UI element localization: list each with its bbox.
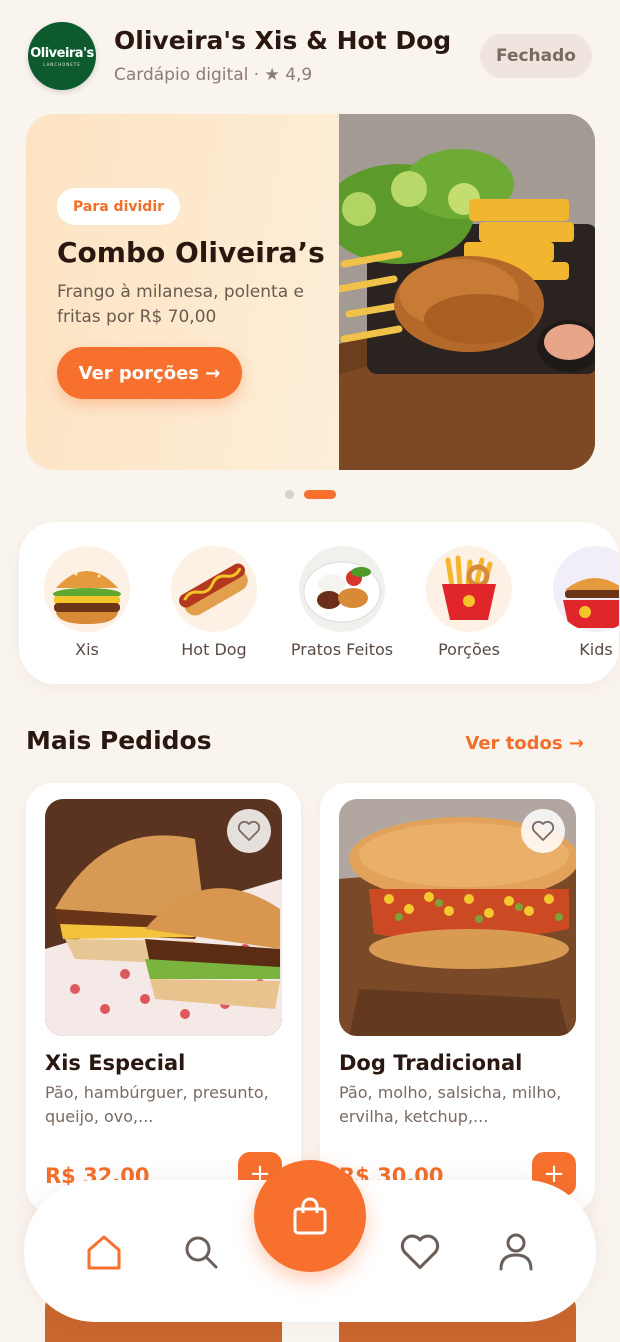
carousel-indicator <box>285 490 337 499</box>
logo-text: Oliveira's <box>30 45 94 61</box>
user-icon <box>499 1233 533 1271</box>
category-porcoes[interactable]: Porções <box>408 546 528 666</box>
promo-description: Frango à milanesa, polenta e fritas por … <box>57 282 304 327</box>
category-label: Porções <box>438 640 500 659</box>
see-portions-button[interactable]: Ver porções → <box>57 347 242 399</box>
promo-title: Combo Oliveira’s <box>57 236 325 269</box>
store-logo: Oliveira's LANCHONETE <box>28 22 96 90</box>
nav-favorites[interactable] <box>396 1228 444 1276</box>
search-icon <box>185 1236 218 1269</box>
favorite-button[interactable] <box>521 809 565 853</box>
nav-profile[interactable] <box>492 1228 540 1276</box>
category-label: Kids <box>579 640 613 659</box>
favorite-button[interactable] <box>227 809 271 853</box>
carousel-dot[interactable] <box>285 490 294 499</box>
category-label: Pratos Feitos <box>290 640 394 659</box>
store-header: Oliveira's LANCHONETE Oliveira's Xis & H… <box>26 20 594 92</box>
logo-subtext: LANCHONETE <box>43 61 81 67</box>
category-kids[interactable]: Kids <box>535 546 619 666</box>
nav-home[interactable] <box>80 1228 128 1276</box>
promo-tag: Para dividir <box>57 188 181 225</box>
product-name: Xis Especial <box>45 1051 186 1075</box>
category-xis[interactable]: Xis <box>26 546 146 666</box>
bottom-navigation <box>24 1160 596 1322</box>
store-status-badge: Fechado <box>480 34 592 78</box>
section-title: Mais Pedidos <box>26 726 212 755</box>
plate-icon <box>299 546 385 632</box>
category-label: Xis <box>75 640 99 659</box>
carousel-dot-active[interactable] <box>304 490 336 499</box>
burger-icon <box>44 546 130 632</box>
fries-icon <box>426 546 512 632</box>
hotdog-icon <box>171 546 257 632</box>
heart-icon <box>400 1234 440 1270</box>
promo-banner[interactable]: Para dividir Combo Oliveira’s Frango à m… <box>26 114 595 470</box>
cart-button[interactable] <box>254 1160 366 1272</box>
see-all-link[interactable]: Ver todos → <box>465 733 584 754</box>
product-card[interactable]: Dog Tradicional Pão, molho, salsicha, mi… <box>320 783 595 1213</box>
kids-meal-icon <box>553 546 619 632</box>
product-card[interactable]: Xis Especial Pão, hambúrguer, presunto, … <box>26 783 301 1213</box>
store-name: Oliveira's Xis & Hot Dog <box>114 26 452 55</box>
store-subtitle: Cardápio digital · ★ 4,9 <box>114 65 313 85</box>
nav-search[interactable] <box>177 1228 225 1276</box>
product-description: Pão, hambúrguer, presunto, queijo, ovo,.… <box>45 1083 269 1126</box>
category-strip: Xis Hot Dog Pratos Feitos Porções Kids <box>19 522 619 684</box>
heart-icon <box>531 820 555 841</box>
product-name: Dog Tradicional <box>339 1051 523 1075</box>
category-hot-dog[interactable]: Hot Dog <box>153 546 273 666</box>
home-icon <box>87 1235 121 1270</box>
category-label: Hot Dog <box>181 640 247 659</box>
heart-icon <box>237 820 261 841</box>
product-description: Pão, molho, salsicha, milho, ervilha, ke… <box>339 1083 562 1126</box>
category-pratos-feitos[interactable]: Pratos Feitos <box>281 546 401 666</box>
cart-icon <box>293 1197 327 1235</box>
combo-food-image <box>339 114 595 470</box>
